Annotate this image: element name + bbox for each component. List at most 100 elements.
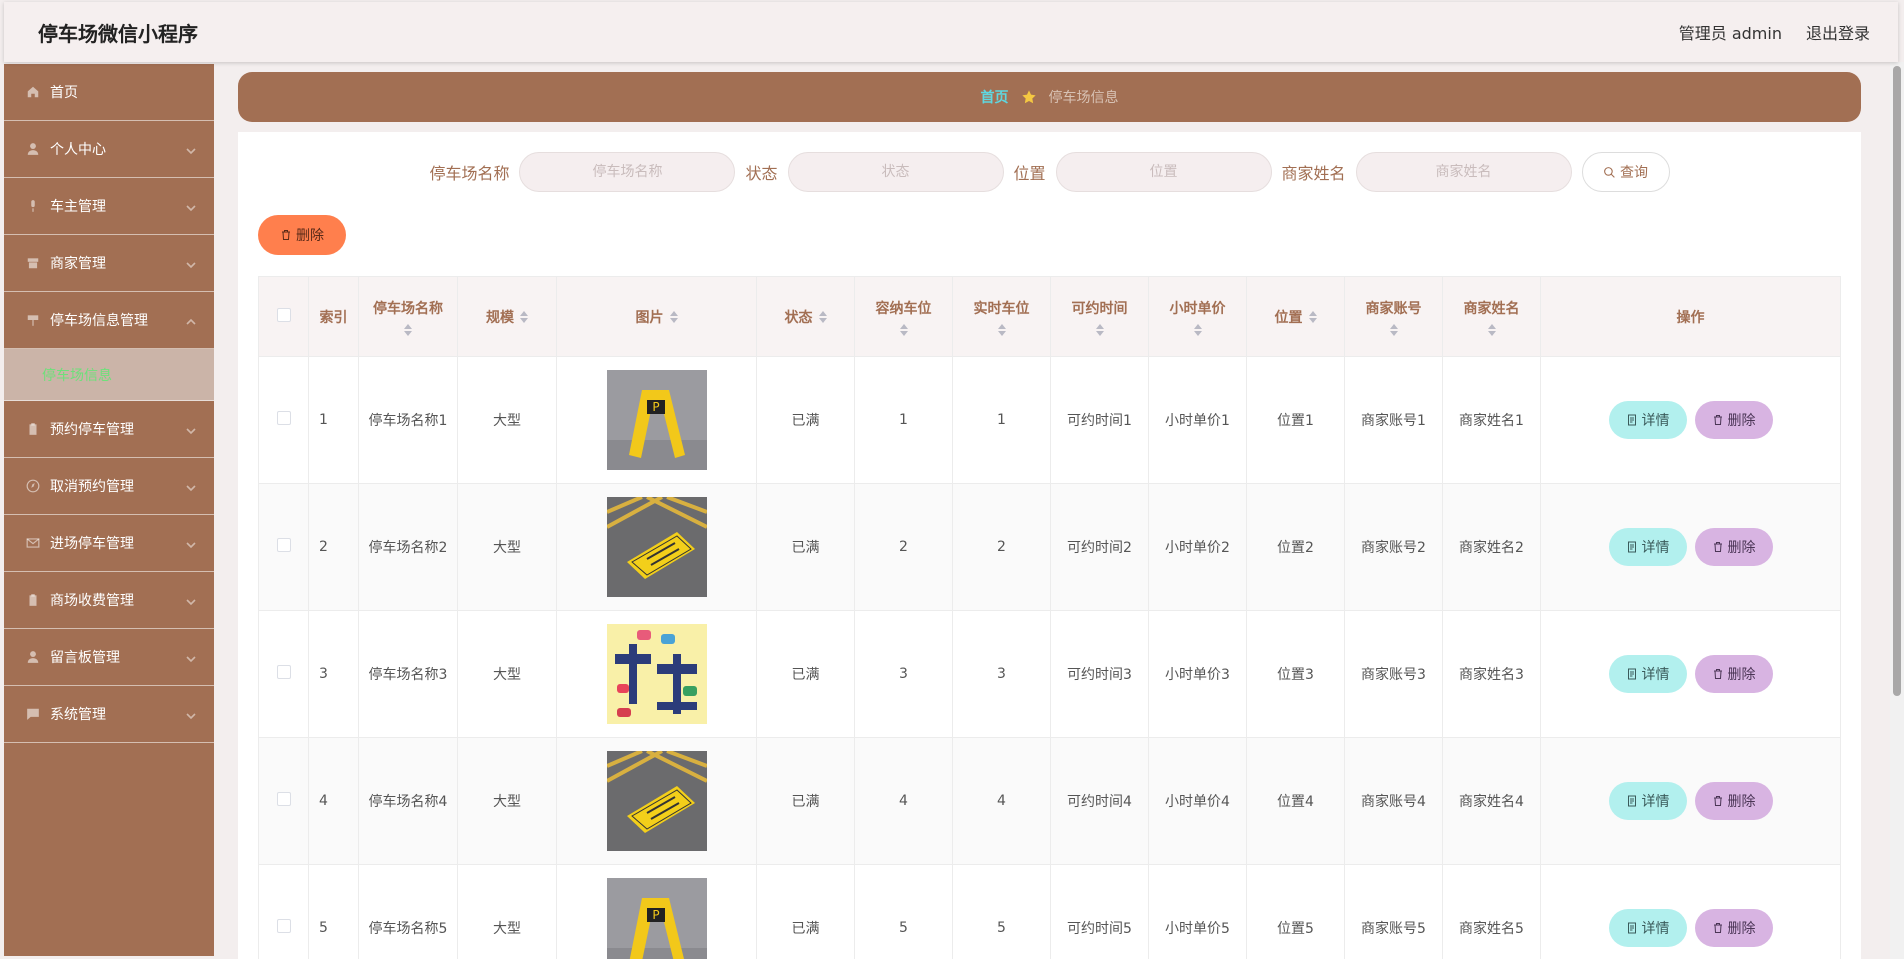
sidebar-item-9[interactable]: 留言板管理 <box>4 629 214 686</box>
header-location[interactable]: 位置 <box>1246 276 1345 357</box>
mic-icon <box>26 199 40 213</box>
sidebar-item-3[interactable]: 商家管理 <box>4 235 214 292</box>
row-delete-button[interactable]: 删除 <box>1694 528 1773 566</box>
header-capacity[interactable]: 容纳车位 <box>854 276 953 357</box>
sidebar-item-7[interactable]: 进场停车管理 <box>4 515 214 572</box>
sort-icon[interactable] <box>1389 323 1398 336</box>
sort-icon[interactable] <box>1095 323 1104 336</box>
sort-icon[interactable] <box>1308 310 1317 323</box>
cell-index: 2 <box>308 483 359 611</box>
sidebar-item-5[interactable]: 预约停车管理 <box>4 401 214 458</box>
sidebar-item-label: 取消预约管理 <box>50 479 134 495</box>
sidebar-subitem-active[interactable]: 停车场信息 <box>4 349 214 401</box>
search-input-merchant[interactable] <box>1355 152 1572 192</box>
detail-button[interactable]: 详情 <box>1608 528 1687 566</box>
detail-button[interactable]: 详情 <box>1608 401 1687 439</box>
svg-text:P: P <box>652 908 659 922</box>
sort-icon[interactable] <box>404 323 412 336</box>
scroll-thumb[interactable] <box>1893 66 1901 696</box>
bulk-delete-label: 删除 <box>296 228 324 244</box>
user-icon <box>26 650 40 664</box>
parking-table: 索引 停车场名称 规模 图片 状态 容纳车位 实时车位 可约时间 小时单价 位置… <box>258 276 1841 959</box>
sidebar-item-6[interactable]: 取消预约管理 <box>4 458 214 515</box>
detail-button[interactable]: 详情 <box>1608 782 1687 820</box>
header-image[interactable]: 图片 <box>556 276 757 357</box>
sidebar-item-10[interactable]: 系统管理 <box>4 686 214 743</box>
select-all-checkbox[interactable] <box>276 307 291 322</box>
shop-icon <box>26 256 40 270</box>
row-delete-button[interactable]: 删除 <box>1694 782 1773 820</box>
cell-price: 小时单价4 <box>1148 737 1247 865</box>
search-button[interactable]: 查询 <box>1581 152 1670 192</box>
row-checkbox[interactable] <box>276 792 291 806</box>
document-icon <box>1627 795 1636 807</box>
header-status[interactable]: 状态 <box>756 276 855 357</box>
detail-button[interactable]: 详情 <box>1608 655 1687 693</box>
cell-scale: 大型 <box>457 610 557 738</box>
top-header: 停车场微信小程序 管理员 admin 退出登录 <box>4 2 1898 62</box>
sort-icon[interactable] <box>1487 323 1496 336</box>
search-input-location[interactable] <box>1055 152 1272 192</box>
trash-icon <box>1713 923 1722 933</box>
row-checkbox[interactable] <box>276 919 291 933</box>
trash-icon <box>1713 796 1722 806</box>
cell-image: P <box>556 356 757 484</box>
cell-account: 商家账号3 <box>1344 610 1443 738</box>
header-account[interactable]: 商家账号 <box>1344 276 1443 357</box>
row-checkbox[interactable] <box>276 538 291 552</box>
search-icon <box>1604 166 1615 178</box>
cell-location: 位置5 <box>1246 864 1345 959</box>
header-time[interactable]: 可约时间 <box>1050 276 1149 357</box>
header-realtime[interactable]: 实时车位 <box>952 276 1051 357</box>
table-row[interactable]: 5 停车场名称5 大型 P 已满 5 5 可约时间5 小时单价5 位置5 商家账号5 商家姓名5 详情删… <box>258 864 1841 959</box>
header-index[interactable]: 索引 <box>308 276 359 357</box>
search-input-name[interactable] <box>519 152 736 192</box>
row-delete-button[interactable]: 删除 <box>1694 401 1773 439</box>
sort-icon[interactable] <box>899 323 908 336</box>
row-delete-button[interactable]: 删除 <box>1694 655 1773 693</box>
logout-link[interactable]: 退出登录 <box>1806 20 1870 44</box>
sort-icon[interactable] <box>818 310 827 323</box>
sidebar-item-8[interactable]: 商场收费管理 <box>4 572 214 629</box>
row-delete-label: 删除 <box>1727 667 1756 683</box>
header-name[interactable]: 停车场名称 <box>358 276 458 357</box>
bulk-delete-button[interactable]: 删除 <box>258 215 346 255</box>
breadcrumb-home[interactable]: 首页 <box>981 87 1009 107</box>
sidebar-item-label: 预约停车管理 <box>50 422 134 438</box>
cell-account: 商家账号5 <box>1344 864 1443 959</box>
sidebar-item-label: 首页 <box>50 85 78 101</box>
detail-button[interactable]: 详情 <box>1608 909 1687 947</box>
row-select-cell <box>258 737 309 865</box>
sidebar-item-4[interactable]: 停车场信息管理 <box>4 292 214 349</box>
header-merchant[interactable]: 商家姓名 <box>1442 276 1541 357</box>
cell-image: P <box>556 864 757 959</box>
sidebar-item-0[interactable]: 首页 <box>4 64 214 121</box>
row-delete-button[interactable]: 删除 <box>1694 909 1773 947</box>
header-scale[interactable]: 规模 <box>457 276 557 357</box>
row-checkbox[interactable] <box>276 411 291 425</box>
table-row[interactable]: 4 停车场名称4 大型 已满 4 4 可约时间4 小时单价4 位置4 商家账号4 商家姓名4 详情 删除 <box>258 737 1841 865</box>
sidebar-item-label: 停车场信息管理 <box>50 313 148 329</box>
sort-icon[interactable] <box>997 323 1006 336</box>
sort-icon[interactable] <box>1193 323 1202 336</box>
cell-time: 可约时间1 <box>1050 356 1149 484</box>
header-price[interactable]: 小时单价 <box>1148 276 1247 357</box>
cell-actions: 详情 删除 <box>1540 483 1841 611</box>
cell-status: 已满 <box>756 737 855 865</box>
row-select-cell <box>258 864 309 959</box>
table-row[interactable]: 1 停车场名称1 大型 P 已满 1 1 可约时间1 小时单价1 位置1 商家账号1 商家姓名1 详情删… <box>258 356 1841 484</box>
row-checkbox[interactable] <box>276 665 291 679</box>
chevron-down-icon <box>186 481 196 492</box>
sidebar-item-2[interactable]: 车主管理 <box>4 178 214 235</box>
search-input-status[interactable] <box>787 152 1004 192</box>
cell-account: 商家账号4 <box>1344 737 1443 865</box>
cell-price: 小时单价2 <box>1148 483 1247 611</box>
sidebar-item-1[interactable]: 个人中心 <box>4 121 214 178</box>
cell-name: 停车场名称5 <box>358 864 458 959</box>
sort-icon[interactable] <box>520 310 528 323</box>
page-scrollbar[interactable] <box>1890 62 1904 959</box>
table-row[interactable]: 3 停车场名称3 大型 已满 3 3 可约时间3 小时单价3 位置3 商家账号3 商家姓名3 详情 删除 <box>258 610 1841 738</box>
table-row[interactable]: 2 停车场名称2 大型 已满 2 2 可约时间2 小时单价2 位置2 商家账号2 商家姓名2 详情 删除 <box>258 483 1841 611</box>
sort-icon[interactable] <box>669 310 678 323</box>
user-label[interactable]: 管理员 admin <box>1679 20 1782 44</box>
